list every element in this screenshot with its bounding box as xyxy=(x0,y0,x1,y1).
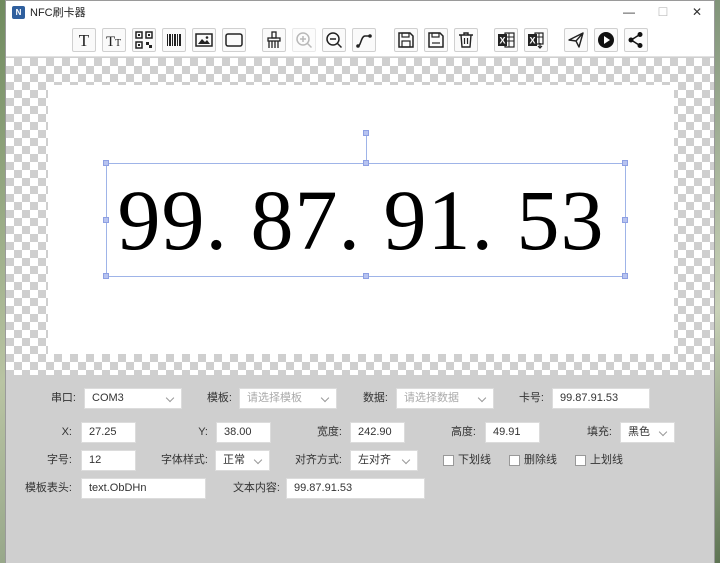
rectangle-icon xyxy=(225,33,243,47)
svg-text:X: X xyxy=(499,36,505,46)
template-header-field[interactable]: text.ObDHn xyxy=(81,478,206,499)
maximize-button[interactable]: ☐ xyxy=(646,1,680,23)
share-button[interactable] xyxy=(624,28,648,52)
font-size-label: 字号: xyxy=(46,454,72,466)
send-button[interactable] xyxy=(564,28,588,52)
template-label: 模板: xyxy=(206,392,232,404)
window-title: NFC刷卡器 xyxy=(30,7,86,19)
share-icon xyxy=(628,32,643,48)
template-select[interactable]: 请选择模板 xyxy=(239,388,337,409)
fill-select[interactable]: 黑色 xyxy=(620,422,675,443)
image-button[interactable] xyxy=(192,28,216,52)
app-logo-icon: N xyxy=(12,5,25,19)
add-text-button[interactable]: T xyxy=(72,28,96,52)
height-field[interactable]: 49.91 xyxy=(485,422,540,443)
y-label: Y: xyxy=(198,426,208,438)
curve-icon xyxy=(356,34,372,48)
zoom-in-icon xyxy=(296,32,313,49)
clear-icon xyxy=(267,31,281,48)
toolbar: T TT X X xyxy=(6,23,714,57)
svg-text:T: T xyxy=(106,34,115,49)
overline-label: 上划线 xyxy=(590,454,623,466)
card-number-field[interactable]: 99.87.91.53 xyxy=(552,388,650,409)
save-icon xyxy=(398,32,414,48)
send-icon xyxy=(568,32,584,48)
image-icon xyxy=(195,33,213,47)
clear-button[interactable] xyxy=(262,28,286,52)
align-select[interactable]: 左对齐 xyxy=(350,450,418,471)
serial-port-select[interactable]: COM3 xyxy=(84,388,182,409)
save-as-button[interactable] xyxy=(424,28,448,52)
template-header-label: 模板表头: xyxy=(24,482,72,494)
data-label: 数据: xyxy=(362,392,388,404)
excel-import-button[interactable]: X xyxy=(494,28,518,52)
resize-handle-e[interactable] xyxy=(622,217,628,223)
resize-handle-nw[interactable] xyxy=(103,160,109,166)
zoom-out-icon xyxy=(326,32,343,49)
barcode-icon xyxy=(167,34,181,46)
selection-box[interactable] xyxy=(103,160,628,279)
overline-checkbox[interactable] xyxy=(575,455,586,466)
font-size-field[interactable]: 12 xyxy=(81,450,136,471)
underline-label: 下划线 xyxy=(458,454,491,466)
text-content-label: 文本内容: xyxy=(232,482,280,494)
resize-handle-ne[interactable] xyxy=(622,160,628,166)
y-field[interactable]: 38.00 xyxy=(216,422,271,443)
font-style-select[interactable]: 正常 xyxy=(215,450,270,471)
minimize-button[interactable]: — xyxy=(612,1,646,23)
x-field[interactable]: 27.25 xyxy=(81,422,136,443)
rotation-handle[interactable] xyxy=(363,130,369,136)
resize-handle-sw[interactable] xyxy=(103,273,109,279)
svg-text:X: X xyxy=(529,36,535,46)
data-select[interactable]: 请选择数据 xyxy=(396,388,494,409)
close-button[interactable]: ✕ xyxy=(680,1,714,23)
qr-code-icon xyxy=(135,31,153,49)
properties-panel: 串口: COM3 模板: 请选择模板 数据: 请选择数据 卡号: 99.87.9… xyxy=(6,375,714,563)
delete-button[interactable] xyxy=(454,28,478,52)
underline-checkbox[interactable] xyxy=(443,455,454,466)
resize-handle-se[interactable] xyxy=(622,273,628,279)
excel-export-button[interactable]: X xyxy=(524,28,548,52)
card-number-label: 卡号: xyxy=(518,392,544,404)
delete-icon xyxy=(459,32,473,48)
rectangle-button[interactable] xyxy=(222,28,246,52)
strikethrough-checkbox[interactable] xyxy=(509,455,520,466)
excel-import-icon: X xyxy=(498,32,515,48)
barcode-button[interactable] xyxy=(162,28,186,52)
rotation-guide xyxy=(366,133,367,163)
curve-button[interactable] xyxy=(352,28,376,52)
resize-handle-w[interactable] xyxy=(103,217,109,223)
save-as-icon xyxy=(428,32,444,48)
app-window: N NFC刷卡器 — ☐ ✕ T TT X X 99. 87. 91. 53 串… xyxy=(5,0,715,563)
svg-text:T: T xyxy=(115,38,121,49)
qr-code-button[interactable] xyxy=(132,28,156,52)
resize-handle-n[interactable] xyxy=(363,160,369,166)
card-preview[interactable]: 99. 87. 91. 53 xyxy=(48,85,674,354)
text-size-button[interactable]: TT xyxy=(102,28,126,52)
font-style-label: 字体样式: xyxy=(160,454,208,466)
serial-port-label: 串口: xyxy=(50,392,76,404)
play-icon xyxy=(598,32,614,48)
width-field[interactable]: 242.90 xyxy=(350,422,405,443)
strikethrough-label: 删除线 xyxy=(524,454,557,466)
zoom-in-button[interactable] xyxy=(292,28,316,52)
design-canvas[interactable]: 99. 87. 91. 53 xyxy=(6,58,714,375)
svg-text:T: T xyxy=(79,31,90,49)
title-bar: N NFC刷卡器 — ☐ ✕ xyxy=(6,1,714,23)
height-label: 高度: xyxy=(450,426,476,438)
x-label: X: xyxy=(61,426,72,438)
align-label: 对齐方式: xyxy=(294,454,342,466)
width-label: 宽度: xyxy=(316,426,342,438)
zoom-out-button[interactable] xyxy=(322,28,346,52)
save-button[interactable] xyxy=(394,28,418,52)
text-content-field[interactable]: 99.87.91.53 xyxy=(286,478,425,499)
excel-export-icon: X xyxy=(528,32,544,49)
fill-label: 填充: xyxy=(586,426,612,438)
text-icon: T xyxy=(79,31,90,49)
play-button[interactable] xyxy=(594,28,618,52)
resize-handle-s[interactable] xyxy=(363,273,369,279)
text-size-icon: TT xyxy=(106,34,121,49)
